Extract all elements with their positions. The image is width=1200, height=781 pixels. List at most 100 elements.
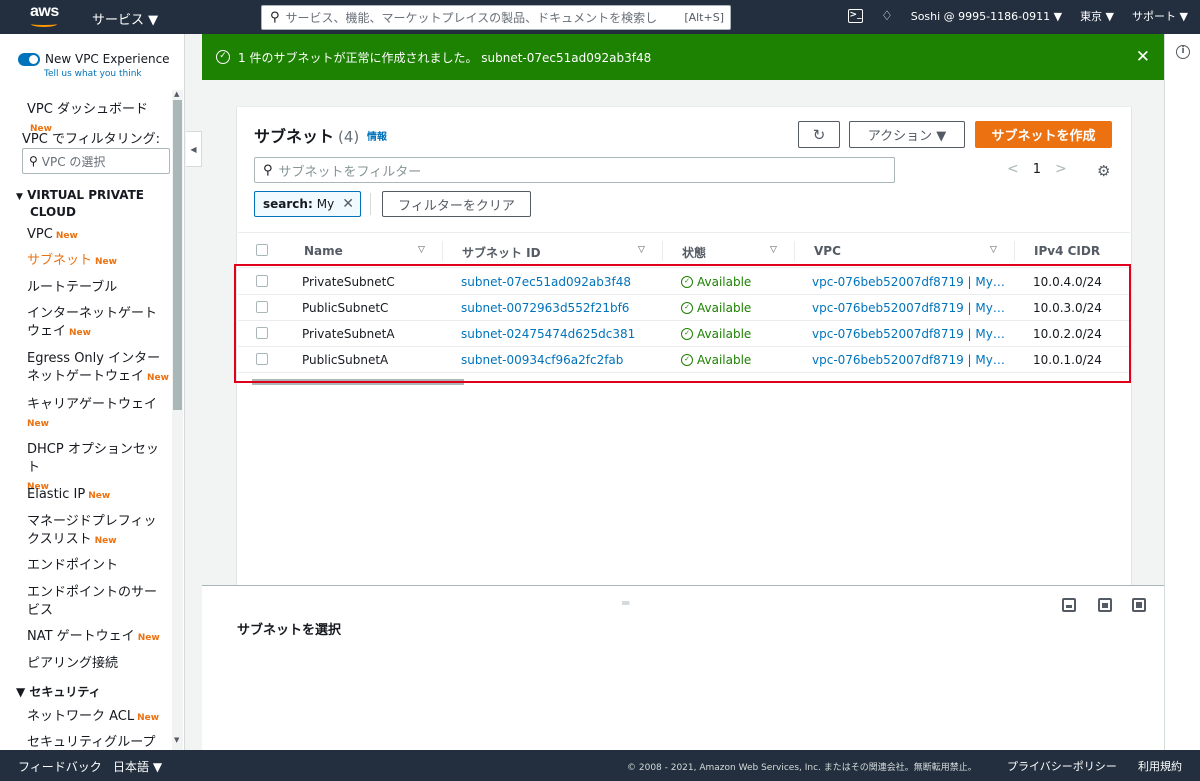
search-icon: ⚲: [270, 10, 280, 25]
services-menu[interactable]: サービス ▼: [92, 9, 158, 28]
sidebar-item-nat-gateways[interactable]: NAT ゲートウェイ New: [27, 628, 169, 647]
info-link[interactable]: 情報: [367, 128, 387, 143]
scroll-up-icon[interactable]: ▲: [174, 90, 179, 98]
region-menu[interactable]: 東京 ▼: [1080, 8, 1114, 24]
info-icon[interactable]: i: [1176, 45, 1190, 59]
account-menu[interactable]: Soshi @ 9995-1186-0911 ▼: [911, 10, 1062, 23]
table-horizontal-scrollbar[interactable]: [252, 379, 464, 385]
global-search-input[interactable]: ⚲ サービス、機能、マーケットプレイスの製品、ドキュメントを検索し [Alt+S…: [261, 5, 731, 30]
row-checkbox[interactable]: [256, 353, 268, 365]
sidebar-item-peering-connections[interactable]: ピアリング接続: [27, 655, 169, 673]
section-security[interactable]: ▼ セキュリティ: [16, 685, 101, 700]
toggle-label: New VPC Experience: [45, 52, 170, 66]
row-checkbox[interactable]: [256, 301, 268, 313]
new-badge: New: [69, 328, 91, 338]
terms-link[interactable]: 利用規約: [1138, 758, 1182, 774]
table-row[interactable]: PublicSubnetA subnet-00934cf96a2fc2fab ✓…: [238, 347, 1130, 373]
support-menu[interactable]: サポート ▼: [1132, 8, 1188, 24]
subnet-state: ✓ Available: [681, 353, 751, 367]
sidebar-scrollbar-thumb[interactable]: [173, 100, 182, 410]
sidebar-item-label: NAT ゲートウェイ: [27, 629, 135, 644]
toggle-switch[interactable]: [18, 52, 40, 66]
vpc-select-input[interactable]: ⚲ VPC の選択: [22, 148, 170, 174]
sidebar-item-elastic-ip[interactable]: Elastic IP New: [27, 486, 169, 505]
sidebar-item-carrier-gateways[interactable]: キャリアゲートウェイ New: [27, 396, 169, 433]
sidebar-item-subnets[interactable]: サブネット New: [27, 252, 169, 271]
sidebar-collapse-button[interactable]: ◀: [186, 131, 202, 167]
new-badge: New: [27, 419, 49, 429]
aws-logo[interactable]: aws: [30, 3, 59, 21]
drag-handle-icon[interactable]: ═: [622, 596, 629, 610]
token-key: search:: [263, 197, 313, 211]
sidebar-item-managed-prefix-lists[interactable]: マネージドプレフィックスリスト New: [27, 513, 169, 550]
new-badge: New: [137, 633, 160, 643]
search-icon: ⚲: [29, 154, 38, 168]
sort-icon[interactable]: ▽: [638, 245, 645, 255]
sidebar-item-network-acls[interactable]: ネットワーク ACL New: [27, 708, 169, 727]
sidebar-item-vpc[interactable]: VPC New: [27, 226, 169, 245]
create-subnet-button[interactable]: サブネットを作成: [975, 121, 1112, 148]
flash-message: 1 件のサブネットが正常に作成されました。 subnet-07ec51ad092…: [238, 50, 652, 65]
feedback-link[interactable]: フィードバック: [18, 758, 102, 775]
clear-filters-button[interactable]: フィルターをクリア: [382, 191, 531, 217]
column-header-subnet-id[interactable]: サブネット ID: [462, 244, 541, 261]
remove-token-icon[interactable]: ✕: [342, 196, 354, 212]
vpc-link[interactable]: vpc-076beb52007df8719 | My…: [812, 353, 1005, 367]
privacy-policy-link[interactable]: プライバシーポリシー: [1007, 758, 1117, 774]
select-all-checkbox[interactable]: [256, 244, 268, 256]
scroll-down-icon[interactable]: ▼: [174, 736, 179, 744]
state-text: Available: [697, 353, 752, 367]
column-header-ipv4-cidr[interactable]: IPv4 CIDR: [1034, 244, 1100, 258]
subnet-id-link[interactable]: subnet-02475474d625dc381: [461, 327, 635, 341]
table-row[interactable]: PrivateSubnetA subnet-02475474d625dc381 …: [238, 321, 1130, 347]
sidebar-item-egress-only-gateways[interactable]: Egress Only インターネットゲートウェイ New: [27, 350, 169, 387]
sidebar-item-label: VPC ダッシュボード: [27, 102, 148, 117]
sidebar-item-endpoint-services[interactable]: エンドポイントのサービス: [27, 584, 169, 620]
global-search-placeholder: サービス、機能、マーケットプレイスの製品、ドキュメントを検索し: [285, 11, 658, 25]
vpc-select-placeholder: VPC の選択: [41, 154, 106, 169]
subnet-id-link[interactable]: subnet-00934cf96a2fc2fab: [461, 353, 623, 367]
chevron-right-icon[interactable]: >: [1055, 161, 1067, 177]
chevron-left-icon[interactable]: <: [1007, 161, 1019, 177]
subnet-name: PublicSubnetC: [302, 301, 389, 315]
table-row[interactable]: PrivateSubnetC subnet-07ec51ad092ab3f48 …: [238, 269, 1130, 295]
row-checkbox[interactable]: [256, 327, 268, 339]
column-header-vpc[interactable]: VPC: [814, 244, 841, 258]
column-divider: [794, 241, 795, 261]
column-header-name[interactable]: Name: [304, 244, 343, 258]
current-page[interactable]: 1: [1033, 162, 1041, 177]
sort-icon[interactable]: ▽: [418, 245, 425, 255]
sidebar-item-security-groups[interactable]: セキュリティグループ: [27, 734, 169, 750]
cloudshell-icon[interactable]: >_: [848, 9, 864, 23]
sidebar-item-route-tables[interactable]: ルートテーブル: [27, 279, 169, 297]
gear-icon[interactable]: ⚙: [1097, 162, 1110, 180]
subnet-id-link[interactable]: subnet-0072963d552f21bf6: [461, 301, 629, 315]
section-virtual-private-cloud[interactable]: ▼ VIRTUAL PRIVATE CLOUD: [16, 188, 144, 220]
subnet-id-link[interactable]: subnet-07ec51ad092ab3f48: [461, 275, 631, 289]
table-row[interactable]: PublicSubnetC subnet-0072963d552f21bf6 ✓…: [238, 295, 1130, 321]
panel-position-bottom-icon[interactable]: [1062, 598, 1076, 612]
row-checkbox[interactable]: [256, 275, 268, 287]
sidebar-item-label: Egress Only インターネットゲートウェイ: [27, 351, 161, 384]
top-navigation-bar: aws サービス ▼ ⚲ サービス、機能、マーケットプレイスの製品、ドキュメント…: [0, 0, 1200, 34]
bell-icon[interactable]: ♢: [881, 9, 893, 24]
sidebar-item-label: サブネット: [27, 253, 93, 268]
new-vpc-experience-toggle[interactable]: New VPC Experience: [18, 52, 170, 66]
subnet-filter-input[interactable]: ⚲ サブネットをフィルター: [254, 157, 895, 183]
column-header-state[interactable]: 状態: [682, 244, 706, 261]
actions-button[interactable]: アクション ▼: [849, 121, 965, 148]
panel-position-full-icon[interactable]: [1132, 598, 1146, 612]
language-selector[interactable]: 日本語 ▼: [113, 758, 162, 775]
refresh-button[interactable]: ↻: [798, 121, 840, 148]
sidebar-item-endpoints[interactable]: エンドポイント: [27, 557, 169, 575]
sort-icon[interactable]: ▽: [770, 245, 777, 255]
vpc-link[interactable]: vpc-076beb52007df8719 | My…: [812, 301, 1005, 315]
vpc-link[interactable]: vpc-076beb52007df8719 | My…: [812, 275, 1005, 289]
feedback-link[interactable]: Tell us what you think: [44, 69, 142, 79]
new-badge: New: [55, 231, 78, 241]
close-icon[interactable]: ✕: [1136, 47, 1150, 67]
sort-icon[interactable]: ▽: [990, 245, 997, 255]
vpc-link[interactable]: vpc-076beb52007df8719 | My…: [812, 327, 1005, 341]
panel-position-middle-icon[interactable]: [1098, 598, 1112, 612]
sidebar-item-internet-gateways[interactable]: インターネットゲートウェイ New: [27, 305, 169, 342]
